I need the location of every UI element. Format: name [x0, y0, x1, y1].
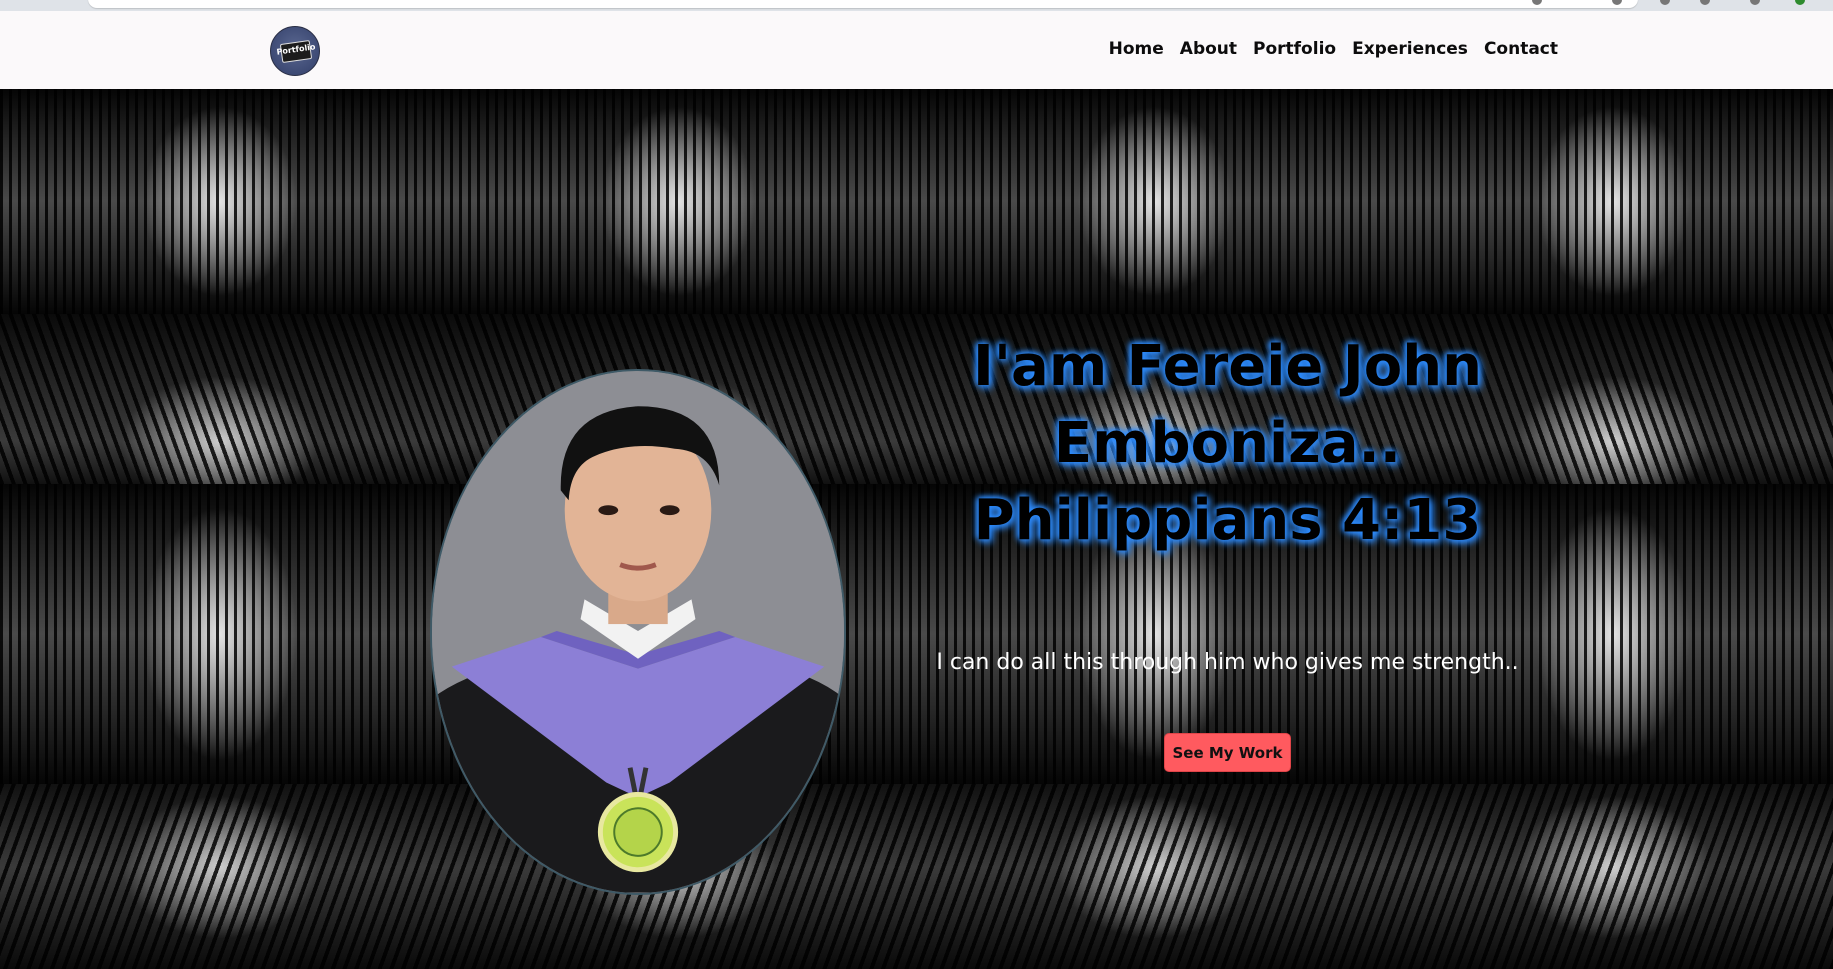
hero-bg-band [0, 784, 1833, 969]
hero-title-line: Emboniza.. [1053, 411, 1402, 476]
toolbar-icon[interactable] [1750, 0, 1760, 5]
nav-link-portfolio[interactable]: Portfolio [1253, 39, 1336, 59]
hero-title: I'am Fereie John Emboniza.. Philippians … [900, 328, 1555, 559]
navbar: Portfolio Home About Portfolio Experienc… [0, 11, 1833, 89]
hero-subtitle: I can do all this through him who gives … [936, 650, 1519, 675]
portfolio-logo-icon[interactable]: Portfolio [270, 26, 320, 76]
nav-link-contact[interactable]: Contact [1484, 39, 1558, 59]
profile-status-icon[interactable] [1795, 0, 1805, 5]
nav-links: Home About Portfolio Experiences Contact [1109, 39, 1558, 59]
nav-link-about[interactable]: About [1180, 39, 1237, 59]
hero-title-line: Philippians 4:13 [973, 488, 1482, 553]
toolbar-icon[interactable] [1700, 0, 1710, 5]
hero-bg-band [0, 89, 1833, 314]
see-my-work-button[interactable]: See My Work [1164, 733, 1291, 772]
browser-toolbar [0, 0, 1833, 11]
toolbar-icon[interactable] [1660, 0, 1670, 5]
address-bar[interactable] [88, 0, 1638, 8]
nav-link-experiences[interactable]: Experiences [1352, 39, 1468, 59]
profile-photo [430, 369, 846, 895]
hero-title-line: I'am Fereie John [973, 334, 1482, 399]
nav-link-home[interactable]: Home [1109, 39, 1164, 59]
